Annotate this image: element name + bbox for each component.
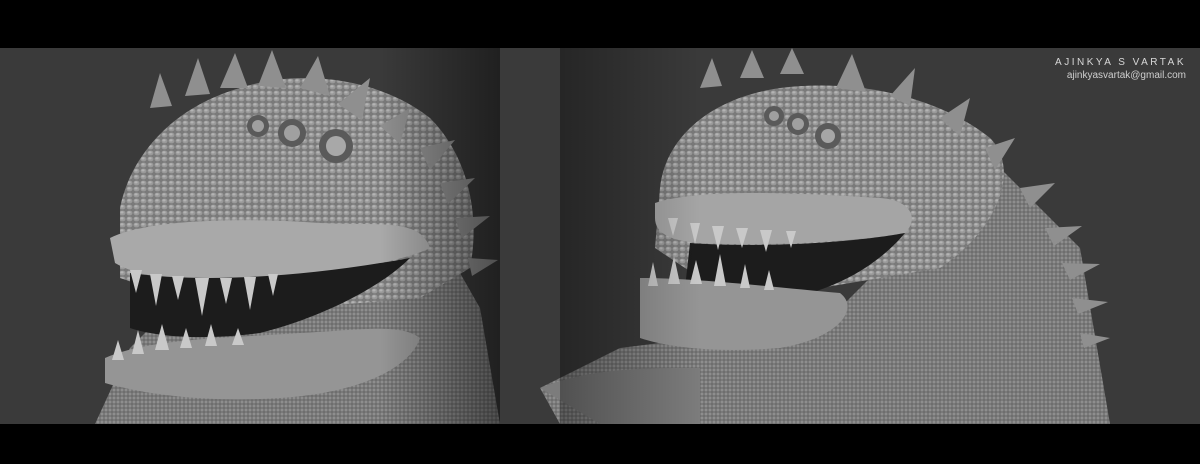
artist-credit: AJINKYA S VARTAK ajinkyasvartak@gmail.co… [1055, 56, 1186, 82]
creature-sculpt-render [95, 48, 1110, 424]
artist-email: ajinkyasvartak@gmail.com [1066, 70, 1186, 81]
image-frame: AJINKYA S VARTAK ajinkyasvartak@gmail.co… [0, 0, 1200, 464]
render-panel: AJINKYA S VARTAK ajinkyasvartak@gmail.co… [0, 48, 1200, 424]
creature-right [540, 48, 1110, 424]
creature-left [95, 48, 500, 424]
artist-name: AJINKYA S VARTAK [1055, 57, 1186, 68]
